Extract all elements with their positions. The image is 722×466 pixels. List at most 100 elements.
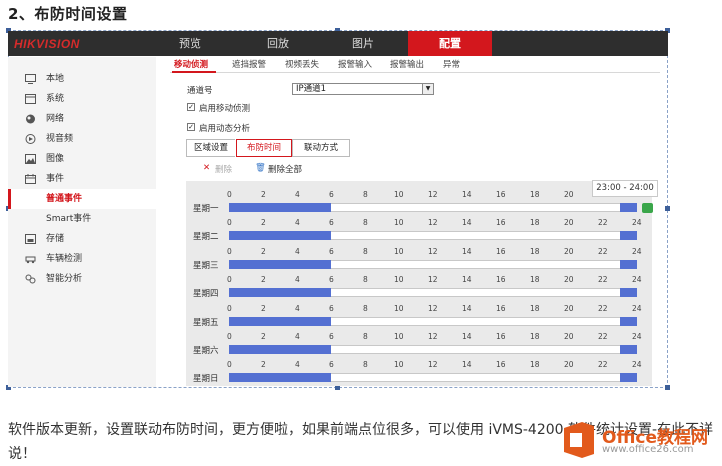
tab-alarm-input[interactable]: 报警输入 — [338, 58, 372, 72]
day-label: 星期六 — [193, 346, 219, 356]
sidebar-item-label: 存储 — [46, 234, 65, 244]
time-tick: 10 — [394, 332, 404, 341]
time-tick: 0 — [227, 190, 232, 199]
time-tick: 22 — [598, 303, 608, 313]
tab-exception[interactable]: 异常 — [443, 58, 460, 72]
time-tick: 20 — [564, 246, 574, 256]
time-tick: 10 — [394, 218, 404, 228]
step-area-settings[interactable]: 区域设置 — [186, 139, 235, 157]
enable-dynamic-checkbox[interactable]: ✓ — [187, 123, 195, 131]
trash-icon[interactable]: 🗑 — [255, 163, 266, 173]
schedule-segment[interactable] — [620, 316, 637, 326]
schedule-segment[interactable] — [620, 345, 637, 354]
sidebar-item-label: 普通事件 — [46, 194, 83, 204]
time-tick: 8 — [363, 190, 368, 199]
sidebar-item-network[interactable]: 网络 — [8, 109, 156, 129]
schedule-segment[interactable] — [620, 203, 637, 212]
globe-icon — [26, 114, 35, 124]
schedule-segment[interactable] — [229, 345, 331, 354]
time-tick: 24 — [632, 332, 642, 341]
time-tick: 20 — [564, 275, 574, 285]
schedule-segment[interactable] — [229, 259, 331, 269]
enable-motion-checkbox[interactable]: ✓ — [187, 103, 195, 111]
sidebar-item-system[interactable]: 系统 — [8, 89, 156, 109]
sidebar: 本地 系统 网络 视音频 图像 事件 普通事件 Smart事件 存储 车辆检测 … — [8, 57, 156, 387]
schedule-segment[interactable] — [229, 288, 331, 298]
resize-handle[interactable] — [665, 385, 670, 390]
time-tick: 12 — [428, 218, 438, 228]
tab-tamper-alarm[interactable]: 遮挡报警 — [232, 58, 266, 72]
sidebar-item-basic-event[interactable]: 普通事件 — [8, 189, 156, 209]
nav-tab-config[interactable]: 配置 — [408, 31, 492, 56]
time-tick: 24 — [632, 303, 642, 313]
time-tick: 4 — [295, 246, 300, 256]
sidebar-item-event[interactable]: 事件 — [8, 169, 156, 189]
schedule-segment[interactable] — [229, 316, 331, 326]
time-tick: 10 — [394, 303, 404, 313]
delete-icon[interactable]: ✕ — [203, 163, 210, 173]
time-tick: 20 — [564, 360, 574, 370]
storage-icon — [25, 234, 36, 244]
time-tick: 8 — [363, 332, 368, 341]
schedule-segment[interactable] — [229, 373, 331, 383]
sidebar-item-smart-event[interactable]: Smart事件 — [8, 209, 156, 229]
time-tick: 16 — [496, 332, 506, 341]
delete-button[interactable]: 删除 — [215, 163, 232, 175]
time-tick: 24 — [632, 218, 642, 228]
sidebar-item-label: 系统 — [46, 94, 65, 104]
copy-icon[interactable] — [642, 203, 653, 213]
resize-handle[interactable] — [665, 206, 670, 211]
tab-alarm-output[interactable]: 报警输出 — [390, 58, 424, 72]
day-label: 星期三 — [193, 260, 219, 271]
time-tick: 14 — [462, 332, 472, 341]
chevron-down-icon[interactable]: ▼ — [422, 84, 433, 94]
tab-motion-detection[interactable]: 移动侦测 — [174, 58, 208, 72]
schedule-segment[interactable] — [620, 288, 637, 298]
nav-tab-preview[interactable]: 预览 — [155, 31, 225, 56]
step-arming-schedule[interactable]: 布防时间 — [236, 139, 292, 157]
time-tick: 14 — [462, 218, 472, 228]
schedule-segment[interactable] — [229, 231, 331, 241]
time-tick: 0 — [227, 275, 232, 285]
time-tick: 18 — [530, 303, 540, 313]
sidebar-item-smart-analysis[interactable]: 智能分析 — [8, 269, 156, 289]
delete-all-button[interactable]: 删除全部 — [268, 163, 302, 175]
sidebar-item-local[interactable]: 本地 — [8, 69, 156, 89]
time-tick: 14 — [462, 275, 472, 285]
time-tick: 20 — [564, 332, 574, 341]
analysis-icon — [25, 274, 36, 284]
time-tick: 0 — [227, 360, 232, 370]
time-tick: 14 — [462, 303, 472, 313]
day-label: 星期一 — [193, 204, 219, 214]
time-tick: 6 — [329, 360, 334, 370]
time-tick: 8 — [363, 275, 368, 285]
channel-select[interactable]: IP通道1 ▼ — [292, 83, 434, 95]
step-linkage-method[interactable]: 联动方式 — [292, 139, 350, 157]
nav-tab-playback[interactable]: 回放 — [243, 31, 313, 56]
sidebar-item-audio-video[interactable]: 视音频 — [8, 129, 156, 149]
schedule-segment[interactable] — [620, 373, 637, 383]
time-tick: 12 — [428, 275, 438, 285]
schedule-segment[interactable] — [229, 203, 331, 212]
sidebar-item-image[interactable]: 图像 — [8, 149, 156, 169]
time-tick: 0 — [227, 303, 232, 313]
sidebar-item-label: 网络 — [46, 114, 65, 124]
nav-tab-picture[interactable]: 图片 — [328, 31, 398, 56]
sidebar-item-vehicle-detection[interactable]: 车辆检测 — [8, 249, 156, 269]
time-tick: 8 — [363, 303, 368, 313]
time-tooltip: 23:00 - 24:00 — [592, 180, 658, 197]
time-tick: 10 — [394, 190, 404, 199]
day-label: 星期四 — [193, 289, 219, 300]
time-tick: 18 — [530, 190, 540, 199]
time-tick: 16 — [496, 303, 506, 313]
sidebar-item-label: 图像 — [46, 154, 65, 164]
time-tick: 4 — [295, 190, 300, 199]
time-tick: 10 — [394, 275, 404, 285]
sidebar-item-storage[interactable]: 存储 — [8, 229, 156, 249]
time-tick: 16 — [496, 190, 506, 199]
tab-video-loss[interactable]: 视频丢失 — [285, 58, 319, 72]
schedule-segment[interactable] — [620, 231, 637, 241]
day-label: 星期日 — [193, 374, 219, 385]
time-tick: 8 — [363, 218, 368, 228]
schedule-segment[interactable] — [620, 259, 637, 269]
